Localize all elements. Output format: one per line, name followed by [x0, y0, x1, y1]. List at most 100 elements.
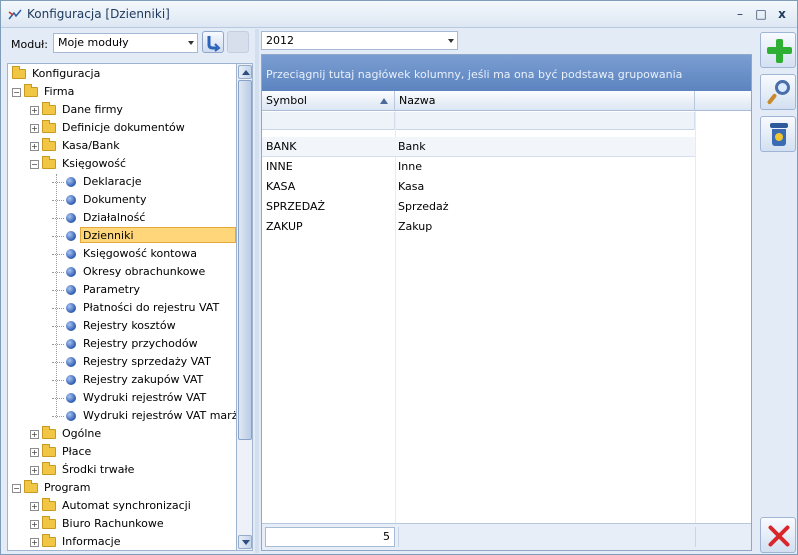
panel-splitter[interactable]: [255, 29, 259, 553]
tree-node[interactable]: Konfiguracja: [12, 65, 103, 83]
close-window-button[interactable]: x: [772, 5, 792, 23]
window-title: Konfiguracja [Dzienniki]: [27, 7, 170, 21]
refresh-button[interactable]: [202, 31, 224, 53]
tree-node[interactable]: + Biuro Rachunkowe: [30, 515, 167, 533]
tree-leaf[interactable]: Rejestry przychodów: [52, 335, 201, 353]
tree-leaf[interactable]: Rejestry zakupów VAT: [52, 371, 206, 389]
tree-connector: [52, 217, 64, 219]
module-select[interactable]: Moje moduły: [53, 33, 198, 53]
tree-connector: [52, 199, 64, 201]
tree-scrollbar[interactable]: [237, 63, 253, 551]
tree-item-label: Program: [44, 481, 91, 494]
collapse-icon[interactable]: −: [30, 159, 39, 169]
tree-leaf[interactable]: Rejestry kosztów: [52, 317, 179, 335]
expand-icon[interactable]: +: [30, 429, 39, 439]
tree-node[interactable]: + Płace: [30, 443, 94, 461]
tree-item-label: Definicje dokumentów: [62, 121, 185, 134]
tree-leaf[interactable]: Wydruki rejestrów VAT: [52, 389, 209, 407]
year-select[interactable]: 2012: [261, 31, 458, 50]
tree-node[interactable]: + Definicje dokumentów: [30, 119, 188, 137]
filter-cell-symbol[interactable]: [262, 112, 395, 130]
maximize-button[interactable]: □: [751, 5, 771, 23]
tree-node[interactable]: + Środki trwałe: [30, 461, 137, 479]
tree-node[interactable]: − Księgowość: [30, 155, 129, 173]
expand-icon[interactable]: +: [30, 501, 39, 511]
tree-node[interactable]: − Firma: [12, 83, 77, 101]
column-header-symbol[interactable]: Symbol: [262, 91, 395, 111]
table-row[interactable]: KASA Kasa: [262, 177, 695, 197]
tree-item-label: Dzienniki: [80, 227, 236, 243]
expand-icon[interactable]: +: [30, 123, 39, 133]
column-divider: [695, 111, 696, 531]
settings-leaf-icon: [66, 231, 76, 241]
folder-icon: [42, 156, 56, 169]
tree-leaf[interactable]: Księgowość kontowa: [52, 245, 200, 263]
refresh-arrow-icon: [207, 36, 221, 52]
tree-leaf[interactable]: Okresy obrachunkowe: [52, 263, 208, 281]
delete-button[interactable]: [760, 116, 796, 152]
folder-icon: [42, 138, 56, 151]
preview-button[interactable]: [760, 74, 796, 110]
trash-icon: [770, 123, 788, 147]
tree-connector: [52, 397, 64, 399]
settings-leaf-icon: [66, 177, 76, 187]
expand-icon[interactable]: +: [30, 141, 39, 151]
tree-item-label: Automat synchronizacji: [62, 499, 191, 512]
tree-leaf[interactable]: Działalność: [52, 209, 148, 227]
settings-leaf-icon: [66, 285, 76, 295]
collapse-icon[interactable]: −: [12, 483, 21, 493]
table-row[interactable]: INNE Inne: [262, 157, 695, 177]
column-header-nazwa[interactable]: Nazwa: [395, 91, 695, 111]
tree-node[interactable]: + Kasa/Bank: [30, 137, 123, 155]
scroll-up-button[interactable]: [238, 65, 252, 79]
tree-leaf[interactable]: Rejestry sprzedaży VAT: [52, 353, 214, 371]
tree-leaf[interactable]: Dokumenty: [52, 191, 149, 209]
title-bar: Konfiguracja [Dzienniki] – □ x: [1, 1, 797, 28]
module-select-value: Moje moduły: [58, 36, 129, 49]
settings-leaf-icon: [66, 357, 76, 367]
settings-leaf-icon: [66, 339, 76, 349]
footer-divider: [695, 527, 696, 547]
table-row[interactable]: SPRZEDAŻ Sprzedaż: [262, 197, 695, 217]
expand-icon[interactable]: +: [30, 537, 39, 547]
tree-leaf[interactable]: Deklaracje: [52, 173, 145, 191]
record-count: 5: [265, 527, 395, 547]
cell-symbol: INNE: [266, 160, 293, 173]
expand-icon[interactable]: +: [30, 465, 39, 475]
tree-leaf[interactable]: Dzienniki: [52, 227, 236, 245]
cell-nazwa: Inne: [398, 160, 422, 173]
tree-node[interactable]: + Automat synchronizacji: [30, 497, 194, 515]
folder-icon: [42, 444, 56, 457]
tree-node[interactable]: + Ogólne: [30, 425, 104, 443]
add-button[interactable]: [760, 32, 796, 68]
disabled-tool-button[interactable]: [227, 31, 249, 53]
filter-cell-nazwa[interactable]: [395, 112, 695, 130]
column-header-label: Nazwa: [399, 94, 436, 107]
tree-leaf[interactable]: Wydruki rejestrów VAT marża: [52, 407, 236, 425]
tree-item-label: Płace: [62, 445, 92, 458]
minimize-button[interactable]: –: [730, 5, 750, 23]
collapse-icon[interactable]: −: [12, 87, 21, 97]
tree-node[interactable]: − Program: [12, 479, 93, 497]
close-button[interactable]: [760, 517, 796, 553]
table-row[interactable]: BANK Bank: [262, 137, 695, 157]
magnifier-icon: [766, 80, 791, 106]
tree-node[interactable]: + Informacje: [30, 533, 123, 550]
scroll-thumb[interactable]: [238, 80, 252, 440]
tree-leaf[interactable]: Płatności do rejestru VAT: [52, 299, 222, 317]
tree-connector: [52, 289, 64, 291]
group-by-area[interactable]: Przeciągnij tutaj nagłówek kolumny, jeśl…: [262, 55, 751, 91]
table-row[interactable]: ZAKUP Zakup: [262, 217, 695, 237]
expand-icon[interactable]: +: [30, 105, 39, 115]
settings-leaf-icon: [66, 213, 76, 223]
left-panel: Moduł: Moje moduły Konfiguracja − Firma + Da…: [3, 29, 254, 553]
tree-connector: [52, 343, 64, 345]
tree-leaf[interactable]: Parametry: [52, 281, 143, 299]
scroll-down-button[interactable]: [238, 535, 252, 549]
expand-icon[interactable]: +: [30, 519, 39, 529]
journals-grid: Przeciągnij tutaj nagłówek kolumny, jeśl…: [261, 54, 752, 551]
tree-node[interactable]: + Dane firmy: [30, 101, 126, 119]
expand-icon[interactable]: +: [30, 447, 39, 457]
folder-icon: [42, 462, 56, 475]
config-tree[interactable]: Konfiguracja − Firma + Dane firmy + Definicje …: [7, 63, 237, 551]
